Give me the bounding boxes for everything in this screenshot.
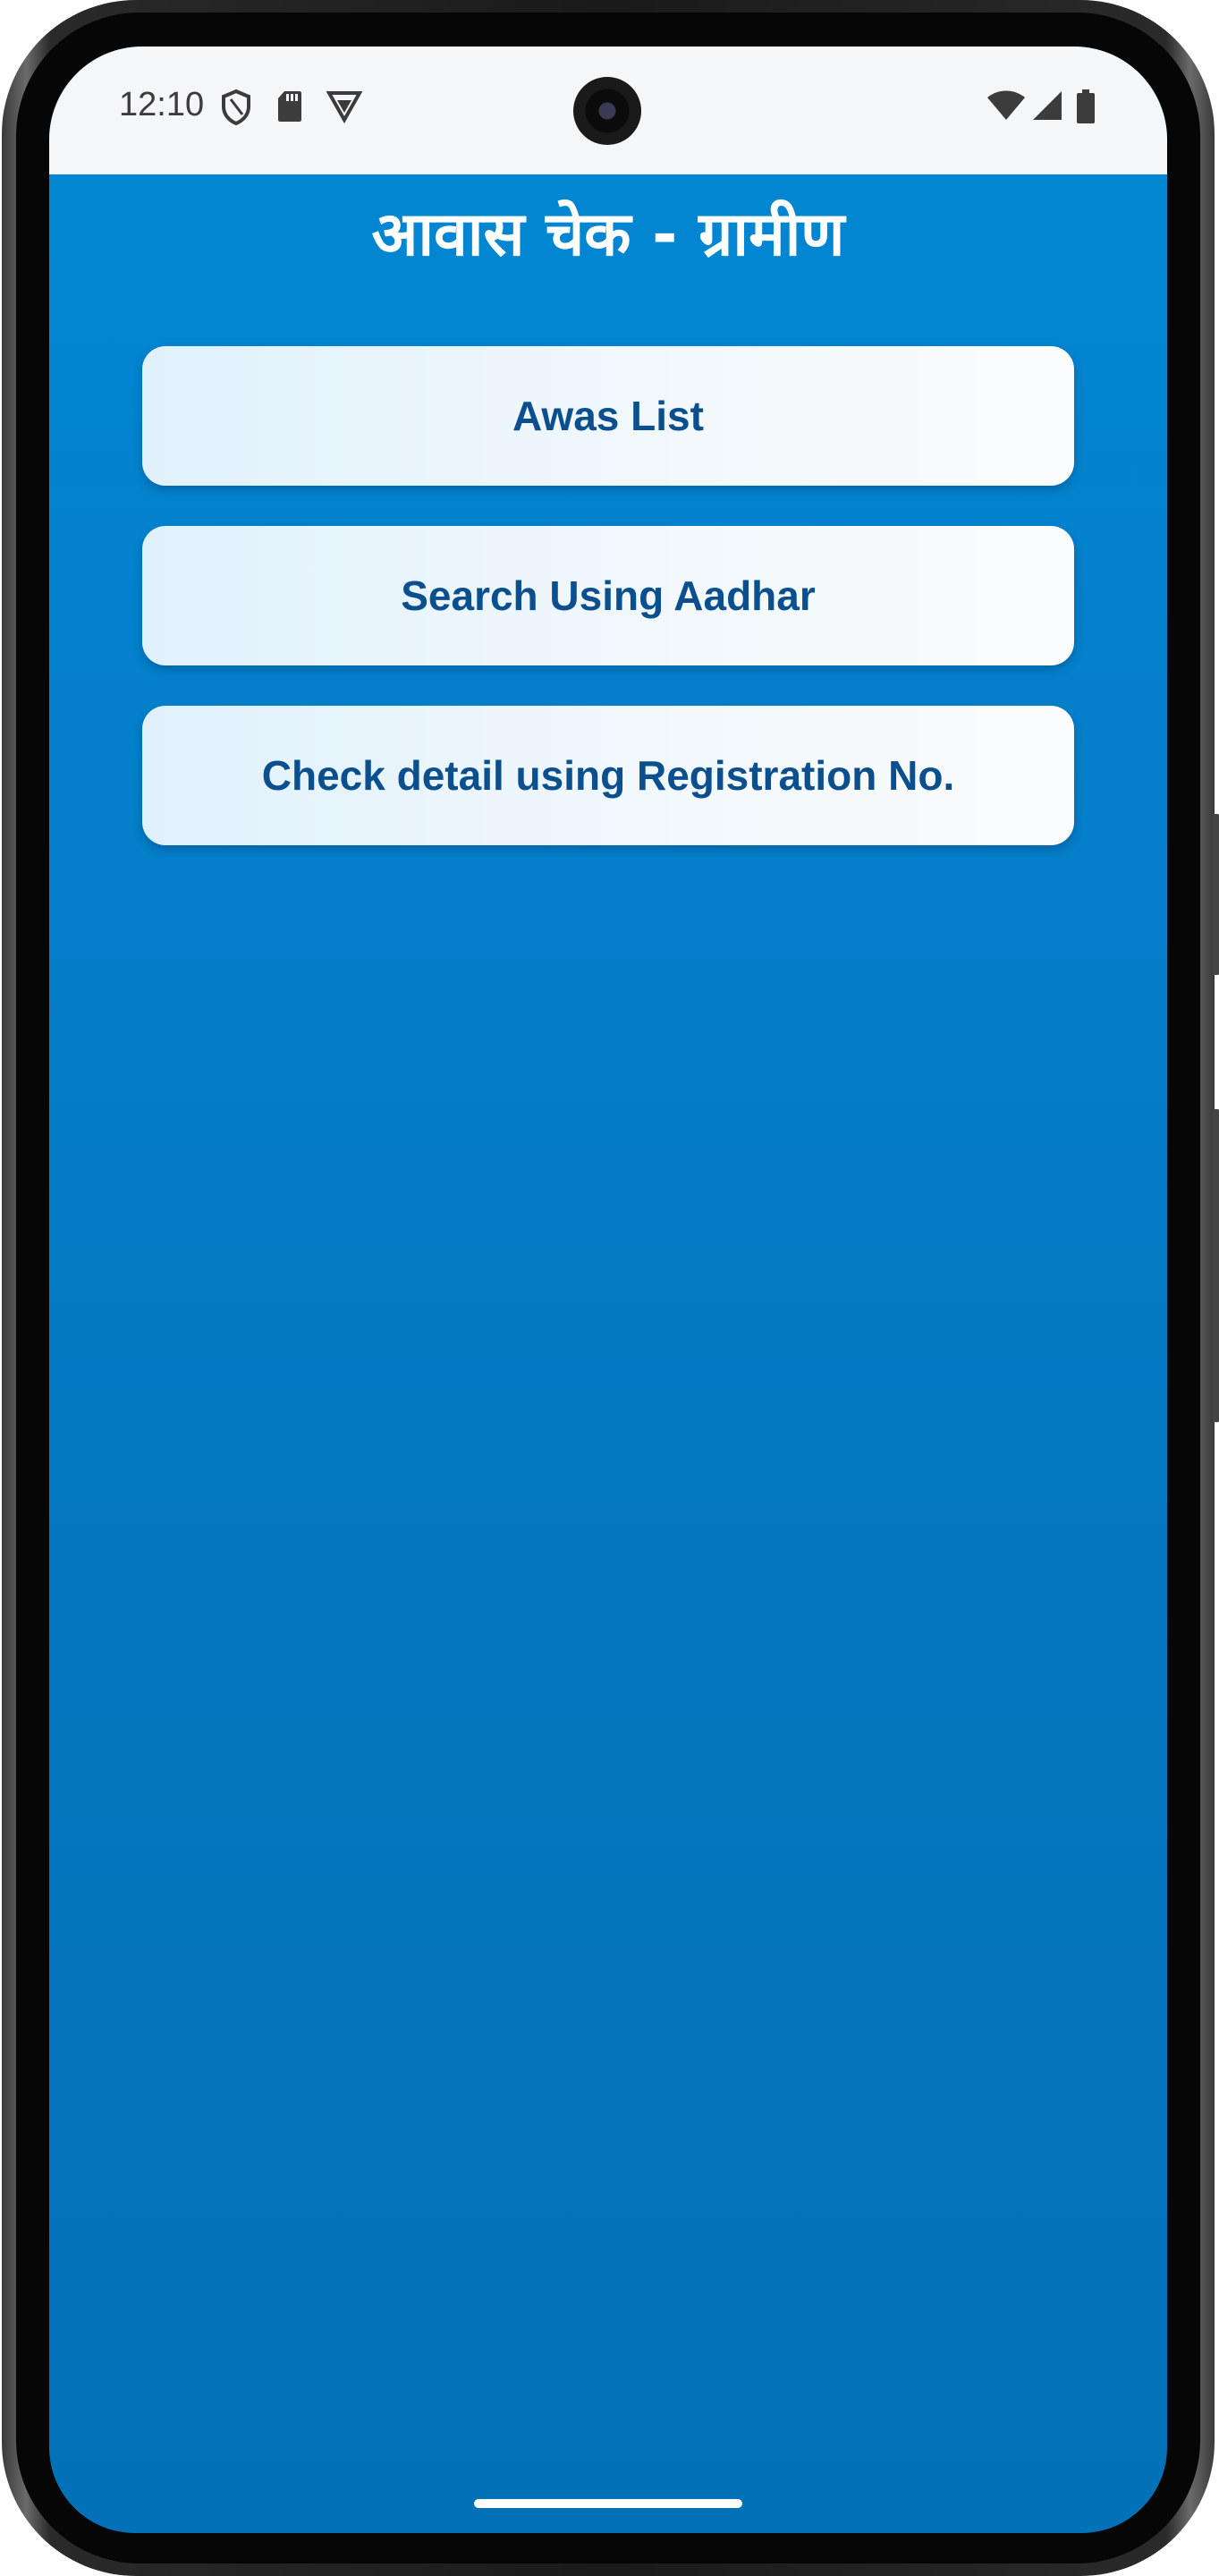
sd-card-icon [276, 89, 303, 128]
signal-icon [1031, 89, 1063, 126]
check-registration-button[interactable]: Check detail using Registration No. [142, 706, 1074, 845]
status-time: 12:10 [119, 86, 205, 123]
search-aadhar-button[interactable]: Search Using Aadhar [142, 526, 1074, 665]
page-title: आवास चेक - ग्रामीण [371, 199, 845, 270]
phone-frame: 12:10 आवास चेक - ग्रामीण Awas List Searc… [2, 0, 1219, 2576]
front-camera [573, 77, 641, 145]
wifi-icon [986, 89, 1026, 126]
shield-icon [221, 89, 251, 130]
home-indicator[interactable] [474, 2499, 742, 2508]
screen: 12:10 आवास चेक - ग्रामीण Awas List Searc… [49, 47, 1167, 2533]
vpn-icon [326, 89, 363, 128]
battery-icon [1076, 89, 1096, 128]
status-bar: 12:10 [49, 47, 1167, 174]
power-button [1213, 1109, 1219, 1422]
awas-list-button[interactable]: Awas List [142, 346, 1074, 486]
side-button [1213, 814, 1219, 975]
